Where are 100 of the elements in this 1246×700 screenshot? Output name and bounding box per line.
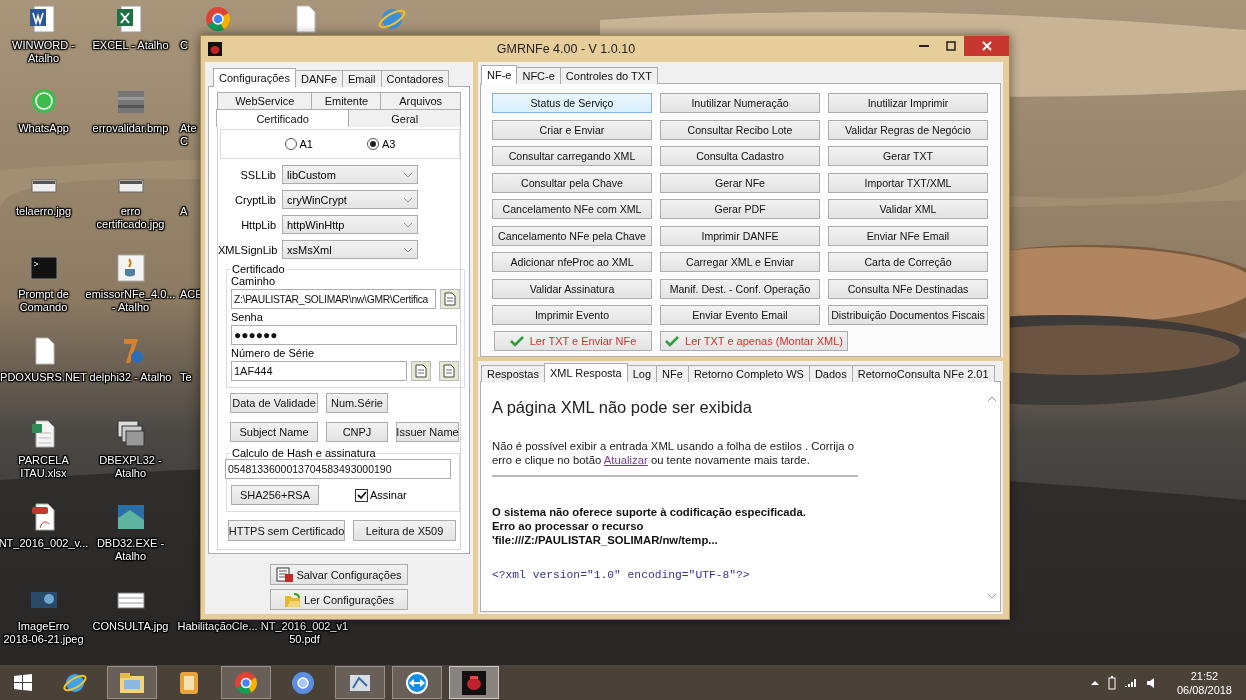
desktop-icon-label[interactable]: emissorNFe_4.0... - Atalho bbox=[85, 288, 176, 314]
action-button[interactable]: Num.Série bbox=[326, 393, 388, 413]
tab[interactable]: Geral bbox=[348, 109, 461, 127]
desktop-icon-label[interactable]: NT_2016_002_v1 50.pdf bbox=[260, 620, 349, 646]
action-button[interactable]: Validar Regras de Negócio bbox=[828, 119, 988, 140]
dropdown[interactable]: httpWinHttp bbox=[282, 215, 418, 234]
taskbar-button[interactable] bbox=[449, 666, 499, 699]
action-button[interactable]: Validar Assinatura bbox=[492, 278, 652, 299]
action-button[interactable]: Consultar Recibo Lote bbox=[660, 119, 820, 140]
clock-date[interactable]: 06/08/2018 bbox=[1176, 682, 1232, 697]
action-button[interactable]: Leitura de X509 bbox=[353, 520, 456, 541]
tab[interactable]: Emitente bbox=[311, 92, 382, 109]
action-button[interactable]: Validar XML bbox=[828, 199, 988, 219]
tab[interactable]: Controles do TXT bbox=[559, 67, 658, 84]
serial-field[interactable]: 1AF444 bbox=[231, 361, 407, 381]
action-button[interactable]: Subject Name bbox=[230, 422, 318, 442]
action-button[interactable]: Adicionar nfeProc ao XML bbox=[492, 252, 652, 272]
action-button[interactable]: Enviar Evento Email bbox=[660, 305, 820, 325]
dropdown[interactable]: libCustom bbox=[282, 165, 418, 184]
refresh-link[interactable]: Atualizar bbox=[603, 454, 648, 466]
tab[interactable]: RetornoConsulta NFe 2.01 bbox=[851, 365, 995, 382]
action-button[interactable]: Consulta NFe Destinadas bbox=[828, 278, 988, 299]
terminal-icon bbox=[28, 253, 59, 283]
desktop-icon-label[interactable]: DBEXPL32 - Atalho bbox=[99, 454, 162, 480]
tab[interactable]: DANFe bbox=[294, 70, 343, 87]
clock-time[interactable]: 21:52 bbox=[1190, 668, 1219, 683]
action-button[interactable]: Salvar Configurações bbox=[270, 564, 408, 585]
tab[interactable]: Configurações bbox=[213, 68, 296, 87]
close-button[interactable] bbox=[964, 36, 1009, 56]
dropdown[interactable]: cryWinCrypt bbox=[282, 190, 418, 209]
taskbar-button[interactable] bbox=[392, 666, 442, 699]
action-button[interactable]: Inutilizar Imprimir bbox=[828, 93, 988, 113]
password-field[interactable]: ●●●●●● bbox=[231, 325, 457, 345]
action-button[interactable]: Distribuição Documentos Fiscais bbox=[828, 305, 988, 325]
hash-field[interactable]: 0548133600013704583493000190 bbox=[225, 459, 451, 479]
desktop-icon-label[interactable]: Te bbox=[180, 371, 192, 384]
tab[interactable]: NFe bbox=[656, 365, 689, 382]
action-button[interactable]: Criar e Enviar bbox=[492, 119, 652, 140]
action-button[interactable]: Ler TXT e apenas (Montar XML) bbox=[660, 331, 848, 351]
page-heading: A página XML não pode ser exibida bbox=[492, 398, 753, 417]
action-button[interactable]: Cancelamento NFe com XML bbox=[492, 199, 652, 219]
desktop-icon-label[interactable]: CONSULTA.jpg bbox=[92, 620, 169, 633]
browse-button[interactable] bbox=[439, 361, 459, 381]
path-field[interactable]: Z:\PAULISTAR_SOLIMAR\nw\GMR\Certifica bbox=[231, 289, 436, 309]
radio-button[interactable]: A1 bbox=[284, 138, 313, 150]
radio-circle[interactable] bbox=[284, 138, 297, 150]
action-button[interactable]: Consulta Cadastro bbox=[660, 146, 820, 166]
tab[interactable]: NF-e bbox=[481, 65, 518, 84]
browse-button[interactable] bbox=[440, 289, 460, 309]
action-button[interactable]: Cancelamento NFe pela Chave bbox=[492, 225, 652, 246]
desktop-icon-label[interactable]: PARCELA ITAU.xlsx bbox=[18, 454, 69, 480]
action-button[interactable]: Consultar carregando XML bbox=[492, 146, 652, 166]
action-button[interactable]: Ler TXT e Enviar NFe bbox=[494, 331, 652, 351]
browse-button[interactable] bbox=[411, 361, 431, 381]
xml-declaration: <?xml version="1.0" encoding="UTF-8"?> bbox=[492, 569, 751, 581]
action-button[interactable]: Gerar NFe bbox=[660, 172, 820, 193]
action-button[interactable]: Gerar PDF bbox=[660, 199, 820, 219]
action-button[interactable]: Carregar XML e Enviar bbox=[660, 252, 820, 272]
checkbox-box[interactable] bbox=[355, 488, 368, 502]
desktop-icon-label[interactable]: NT_2016_002_v... bbox=[0, 537, 89, 550]
action-button[interactable]: Gerar TXT bbox=[828, 146, 988, 166]
desktop-icon-label[interactable]: ImageErro 2018-06-21.jpeg bbox=[3, 620, 84, 646]
tab[interactable]: NFC-e bbox=[516, 67, 561, 84]
tab[interactable]: Dados bbox=[808, 365, 853, 382]
action-button[interactable]: Imprimir Evento bbox=[492, 305, 652, 325]
check-icon bbox=[665, 335, 679, 347]
action-button[interactable]: SHA256+RSA bbox=[231, 485, 319, 505]
action-button[interactable]: Manif. Dest. - Conf. Operação bbox=[660, 278, 820, 299]
action-button[interactable]: HTTPS sem Certificado bbox=[228, 520, 345, 541]
desktop-icon-label[interactable]: A bbox=[180, 205, 188, 218]
action-button[interactable]: Issuer Name bbox=[396, 422, 459, 442]
tab[interactable]: Respostas bbox=[481, 365, 545, 382]
tab[interactable]: WebService bbox=[217, 92, 313, 109]
desktop-icon-label[interactable]: HabilitaçãoCle... bbox=[177, 620, 258, 633]
action-button[interactable]: Data de Validade bbox=[230, 393, 318, 413]
tab[interactable]: Certificado bbox=[216, 109, 350, 127]
tab[interactable]: Retorno Completo WS bbox=[687, 365, 810, 382]
dropdown[interactable]: xsMsXml bbox=[282, 240, 418, 259]
desktop-icon-label[interactable]: Prompt de Comando bbox=[18, 288, 69, 314]
action-button[interactable]: CNPJ bbox=[326, 422, 388, 442]
desktop-icon-label[interactable]: PDOXUSRS.NET bbox=[0, 371, 87, 384]
desktop-icon-label[interactable]: delphi32 - Atalho bbox=[89, 371, 172, 384]
tab[interactable]: Email bbox=[342, 70, 382, 87]
chevron-down-icon bbox=[403, 246, 413, 253]
action-button[interactable]: Carta de Correção bbox=[828, 252, 988, 272]
action-button[interactable]: Status de Serviço bbox=[492, 93, 652, 113]
action-button[interactable]: Inutilizar Numeração bbox=[660, 93, 820, 113]
desktop-icon-label[interactable]: erro certificado.jpg bbox=[96, 205, 165, 231]
radio-button[interactable]: A3 bbox=[367, 138, 396, 150]
desktop-icon-label[interactable]: DBD32.EXE - Atalho bbox=[96, 537, 165, 563]
tab[interactable]: Arquivos bbox=[380, 92, 461, 109]
action-button[interactable]: Consultar pela Chave bbox=[492, 172, 652, 193]
action-button[interactable]: Importar TXT/XML bbox=[828, 172, 988, 193]
radio-circle[interactable] bbox=[367, 138, 379, 150]
tab[interactable]: XML Resposta bbox=[544, 363, 628, 382]
action-button[interactable]: Ler Configurações bbox=[270, 589, 408, 610]
checkbox[interactable]: Assinar bbox=[355, 488, 407, 502]
action-button[interactable]: Enviar NFe Email bbox=[828, 225, 988, 246]
tab[interactable]: Contadores bbox=[380, 70, 450, 87]
action-button[interactable]: Imprimir DANFE bbox=[660, 225, 820, 246]
